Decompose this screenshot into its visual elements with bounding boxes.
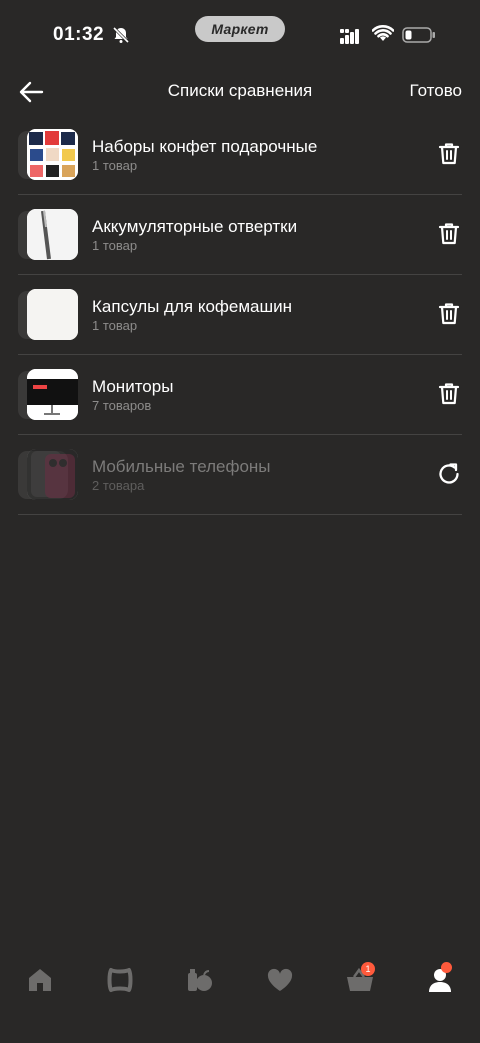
list-item[interactable]: Аккумуляторные отвертки 1 товар — [18, 195, 462, 275]
trash-icon[interactable] — [436, 381, 462, 407]
cart-button[interactable]: 1 — [345, 962, 375, 995]
status-bar: 01:32 Маркет — [0, 0, 480, 70]
comparison-lists: Наборы конфет подарочные 1 товар Аккумул… — [18, 115, 462, 515]
restore-icon[interactable] — [436, 461, 462, 487]
cart-badge: 1 — [361, 962, 375, 976]
bottom-nav: 1 — [0, 955, 480, 1005]
bell-off-icon — [112, 26, 130, 44]
list-count: 1 товар — [92, 317, 138, 333]
trash-icon[interactable] — [436, 301, 462, 327]
profile-button[interactable] — [425, 962, 455, 995]
status-time: 01:32 — [53, 24, 105, 45]
list-name: Аккумуляторные отвертки — [92, 216, 298, 236]
thumbnail — [18, 288, 78, 341]
list-name: Мониторы — [92, 376, 174, 396]
favorites-icon[interactable] — [265, 965, 295, 995]
notification-dot — [441, 962, 452, 973]
list-count: 7 товаров — [92, 397, 152, 413]
list-count: 1 товар — [92, 237, 138, 253]
list-name: Капсулы для кофемашин — [92, 296, 293, 316]
trash-icon[interactable] — [436, 221, 462, 247]
grocery-icon[interactable] — [185, 965, 215, 995]
list-name: Наборы конфет подарочные — [92, 136, 318, 156]
wifi-icon — [372, 25, 394, 41]
list-item[interactable]: Капсулы для кофемашин 1 товар — [18, 275, 462, 355]
thumbnail — [18, 208, 78, 261]
app-pill: Маркет — [195, 16, 285, 42]
thumbnail — [18, 128, 78, 181]
list-item[interactable]: Мобильные телефоны 2 товара — [18, 435, 462, 515]
signal-icon — [340, 29, 359, 44]
page-title: Списки сравнения — [167, 81, 313, 100]
done-button[interactable]: Готово — [410, 81, 463, 101]
thumbnail — [18, 448, 78, 501]
catalog-icon[interactable] — [105, 965, 135, 995]
list-item[interactable]: Наборы конфет подарочные 1 товар — [18, 115, 462, 195]
header: Списки сравнения Готово — [0, 70, 480, 114]
trash-icon[interactable] — [436, 141, 462, 167]
list-count: 1 товар — [92, 157, 138, 173]
list-count: 2 товара — [92, 477, 145, 493]
battery-icon — [402, 27, 435, 43]
home-icon[interactable] — [25, 965, 55, 995]
list-name: Мобильные телефоны — [92, 456, 271, 476]
thumbnail — [18, 368, 78, 421]
list-item[interactable]: Мониторы 7 товаров — [18, 355, 462, 435]
